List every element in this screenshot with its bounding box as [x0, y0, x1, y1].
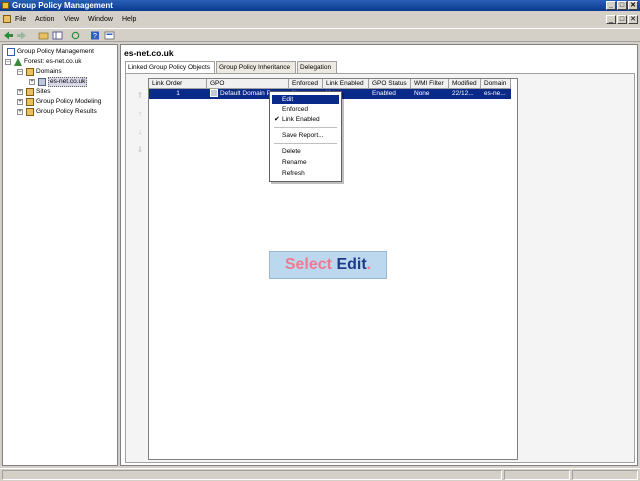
status-panel-main — [2, 470, 502, 480]
gpo-link-icon — [210, 89, 218, 98]
up-folder-icon[interactable] — [38, 31, 49, 40]
help-icon[interactable]: ? — [90, 31, 101, 40]
status-panel-3 — [572, 470, 638, 480]
details-title: es-net.co.uk — [124, 48, 174, 58]
tree-item-forest[interactable]: – Forest: es-net.co.uk — [5, 57, 117, 67]
tree-label-domains: Domains — [36, 68, 62, 75]
domain-icon — [38, 78, 46, 86]
expand-toggle[interactable]: + — [17, 99, 23, 105]
move-bottom-icon[interactable]: ⇓ — [136, 146, 144, 154]
minimize-button[interactable]: _ — [606, 1, 616, 10]
tree-label-root: Group Policy Management — [17, 48, 94, 55]
inner-restore-button[interactable]: □ — [617, 15, 627, 24]
cell-modified: 22/12... — [452, 90, 474, 97]
tree-label-forest: Forest: es-net.co.uk — [24, 58, 82, 65]
collapse-toggle[interactable]: – — [17, 69, 23, 75]
menu-separator — [274, 127, 337, 128]
menu-item-edit[interactable]: Edit — [272, 95, 339, 104]
title-bar: Group Policy Management _ □ ✕ — [0, 0, 640, 11]
menu-help[interactable]: Help — [122, 15, 136, 24]
gpm-icon — [7, 48, 15, 56]
tree-label-modeling: Group Policy Modeling — [36, 98, 102, 105]
show-hide-tree-icon[interactable] — [52, 31, 63, 40]
status-panel-2 — [504, 470, 570, 480]
gpmc-app-icon — [2, 2, 9, 9]
column-header-gpo-status[interactable]: GPO Status — [369, 79, 411, 89]
menu-item-refresh[interactable]: Refresh — [272, 169, 339, 178]
results-icon — [26, 108, 34, 116]
move-up-icon[interactable]: ↑ — [136, 110, 144, 118]
column-header-domain[interactable]: Domain — [481, 79, 511, 89]
tree-item-domains[interactable]: – Domains — [17, 67, 117, 77]
svg-text:?: ? — [93, 33, 97, 40]
callout-part1: Select — [284, 256, 337, 273]
menu-item-save-report[interactable]: Save Report... — [272, 131, 339, 140]
close-button[interactable]: ✕ — [628, 1, 638, 10]
sites-folder-icon — [26, 88, 34, 96]
folder-icon — [26, 68, 34, 76]
cell-link-order: 1 — [176, 90, 180, 97]
column-header-wmi-filter[interactable]: WMI Filter — [411, 79, 449, 89]
mmc-icon — [3, 15, 11, 23]
callout-part3: . — [366, 256, 372, 273]
callout-part2: Edit — [336, 256, 367, 273]
menu-bar: File Action View Window Help _ □ ✕ — [0, 13, 640, 26]
forward-icon[interactable] — [16, 31, 27, 40]
expand-toggle[interactable]: + — [17, 109, 23, 115]
expand-toggle[interactable]: + — [17, 89, 23, 95]
cell-wmi-filter: None — [414, 90, 430, 97]
modeling-icon — [26, 98, 34, 106]
menu-item-delete[interactable]: Delete — [272, 147, 339, 156]
tree-item-gpm-root[interactable]: Group Policy Management — [5, 47, 117, 57]
forest-icon — [14, 58, 22, 66]
status-bar — [0, 468, 640, 481]
collapse-toggle[interactable]: – — [5, 59, 11, 65]
tree-label-results: Group Policy Results — [36, 108, 97, 115]
tree-label-domain: es-net.co.uk — [48, 77, 88, 87]
tree-item-results[interactable]: + Group Policy Results — [17, 107, 117, 117]
column-header-modified[interactable]: Modified — [449, 79, 481, 89]
tab-gp-inheritance[interactable]: Group Policy Inheritance — [216, 61, 296, 73]
cell-gpo-status: Enabled — [372, 90, 396, 97]
tree-item-domain-selected[interactable]: + es-net.co.uk — [29, 77, 117, 87]
menu-view[interactable]: View — [64, 15, 79, 24]
column-header-enforced[interactable]: Enforced — [289, 79, 323, 89]
column-header-link-enabled[interactable]: Link Enabled — [323, 79, 369, 89]
toolbar: ? — [0, 28, 640, 42]
console-tree: Group Policy Management – Forest: es-net… — [2, 44, 118, 466]
expand-toggle[interactable]: + — [29, 79, 35, 85]
link-enabled-label: Link Enabled — [282, 116, 320, 123]
refresh-icon[interactable] — [70, 31, 81, 40]
menu-item-link-enabled[interactable]: ✔ Link Enabled — [272, 115, 339, 124]
window-title: Group Policy Management — [12, 1, 113, 10]
move-down-icon[interactable]: ↓ — [136, 128, 144, 136]
move-top-icon[interactable]: ⇑ — [136, 92, 144, 100]
menu-action[interactable]: Action — [35, 15, 54, 24]
tree-item-sites[interactable]: + Sites — [17, 87, 117, 97]
column-header-link-order[interactable]: Link Order — [149, 79, 207, 89]
menu-window[interactable]: Window — [88, 15, 113, 24]
tab-delegation[interactable]: Delegation — [297, 61, 337, 73]
inner-close-button[interactable]: ✕ — [628, 15, 638, 24]
cell-domain: es-ne... — [484, 90, 506, 97]
checkmark-icon: ✔ — [274, 116, 280, 123]
menu-item-rename[interactable]: Rename — [272, 158, 339, 167]
properties-icon[interactable] — [104, 31, 115, 40]
inner-minimize-button[interactable]: _ — [606, 15, 616, 24]
tree-label-sites: Sites — [36, 88, 51, 95]
menu-file[interactable]: File — [15, 15, 26, 24]
tree-item-modeling[interactable]: + Group Policy Modeling — [17, 97, 117, 107]
menu-separator — [274, 143, 337, 144]
menu-item-enforced[interactable]: Enforced — [272, 105, 339, 114]
instruction-callout: Select Edit. — [269, 251, 387, 279]
maximize-button[interactable]: □ — [617, 1, 627, 10]
back-icon[interactable] — [3, 31, 14, 40]
context-menu: Edit Enforced ✔ Link Enabled Save Report.… — [269, 91, 342, 182]
column-header-gpo[interactable]: GPO — [207, 79, 289, 89]
